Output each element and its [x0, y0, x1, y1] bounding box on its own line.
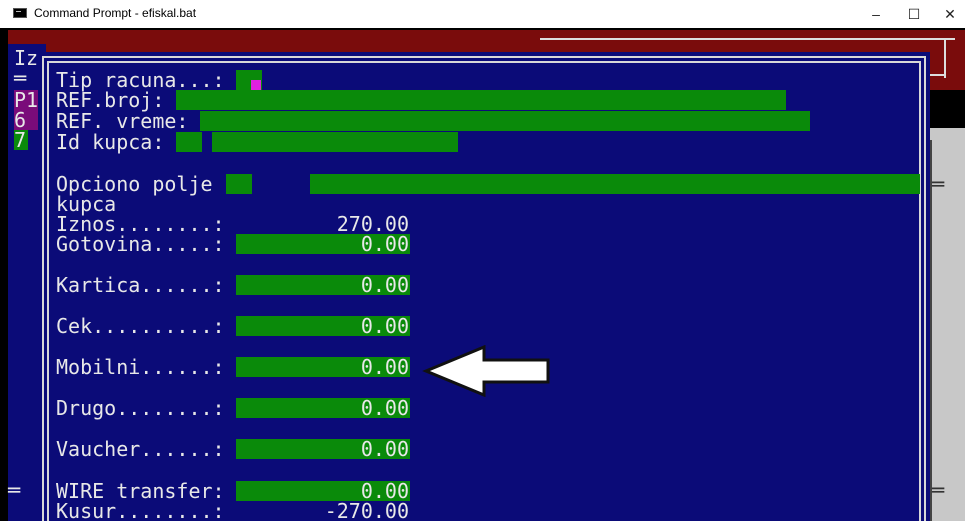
ref-broj-label: REF.broj:	[56, 88, 165, 112]
background-label: 7	[14, 128, 28, 152]
id-kupca-field[interactable]	[212, 132, 458, 152]
mobilni-label: Mobilni......:	[56, 355, 225, 379]
opciono-polje-label-2: kupca	[56, 192, 117, 216]
window-title: Command Prompt - efiskal.bat	[34, 6, 197, 20]
frame-line	[540, 38, 955, 40]
cek-label: Cek..........:	[56, 314, 225, 338]
id-kupca-label: Id kupca:	[56, 130, 165, 154]
kartica-field[interactable]: 0.00	[236, 275, 410, 295]
console-area[interactable]: ═ ═ Iz ═ P1 6 7 ═ Tip racuna...: REF.bro…	[0, 28, 965, 521]
gotovina-field[interactable]: 0.00	[236, 234, 410, 254]
opciono-polje-type-field[interactable]	[226, 174, 252, 194]
iznos-label: Iznos........:	[56, 212, 225, 236]
kartica-label: Kartica......:	[56, 273, 225, 297]
background-label: ═	[14, 66, 27, 90]
wire-transfer-label: WIRE transfer:	[56, 479, 225, 503]
vaucher-label: Vaucher......:	[56, 437, 225, 461]
drugo-label: Drugo........:	[56, 396, 225, 420]
kusur-label: Kusur........:	[56, 499, 225, 521]
frame-glyph: ═	[932, 478, 945, 502]
wire-transfer-field[interactable]: 0.00	[236, 481, 410, 501]
mobilni-field[interactable]: 0.00	[236, 357, 410, 377]
frame-line	[930, 74, 946, 76]
ref-vreme-label: REF. vreme:	[56, 109, 189, 133]
minimize-button[interactable]: –	[862, 4, 890, 24]
frame-line	[944, 38, 946, 78]
background-label: Iz	[14, 46, 39, 70]
text-cursor	[251, 80, 261, 90]
id-kupca-type-field[interactable]	[176, 132, 202, 152]
cek-field[interactable]: 0.00	[236, 316, 410, 336]
ref-vreme-field[interactable]	[200, 111, 810, 131]
close-button[interactable]: ✕	[936, 4, 964, 24]
vaucher-field[interactable]: 0.00	[236, 439, 410, 459]
kusur-value: -270.00	[324, 499, 409, 521]
console-icon	[13, 8, 27, 18]
ref-broj-field[interactable]	[176, 90, 786, 110]
frame-glyph: ═	[8, 478, 21, 502]
opciono-polje-field[interactable]	[310, 174, 920, 194]
iznos-value: 270.00	[336, 212, 409, 236]
gotovina-label: Gotovina.....:	[56, 232, 225, 256]
white-arrow-icon	[422, 345, 550, 397]
tip-racuna-label: Tip racuna...:	[56, 68, 225, 92]
maximize-button[interactable]: ☐	[900, 4, 928, 24]
background-label: 6	[14, 110, 38, 130]
drugo-field[interactable]: 0.00	[236, 398, 410, 418]
frame-glyph: ═	[932, 172, 945, 196]
frame-line	[930, 140, 932, 521]
opciono-polje-label: Opciono polje	[56, 172, 213, 196]
window-titlebar[interactable]: Command Prompt - efiskal.bat – ☐ ✕	[0, 0, 965, 28]
background-label: P1	[14, 88, 39, 112]
